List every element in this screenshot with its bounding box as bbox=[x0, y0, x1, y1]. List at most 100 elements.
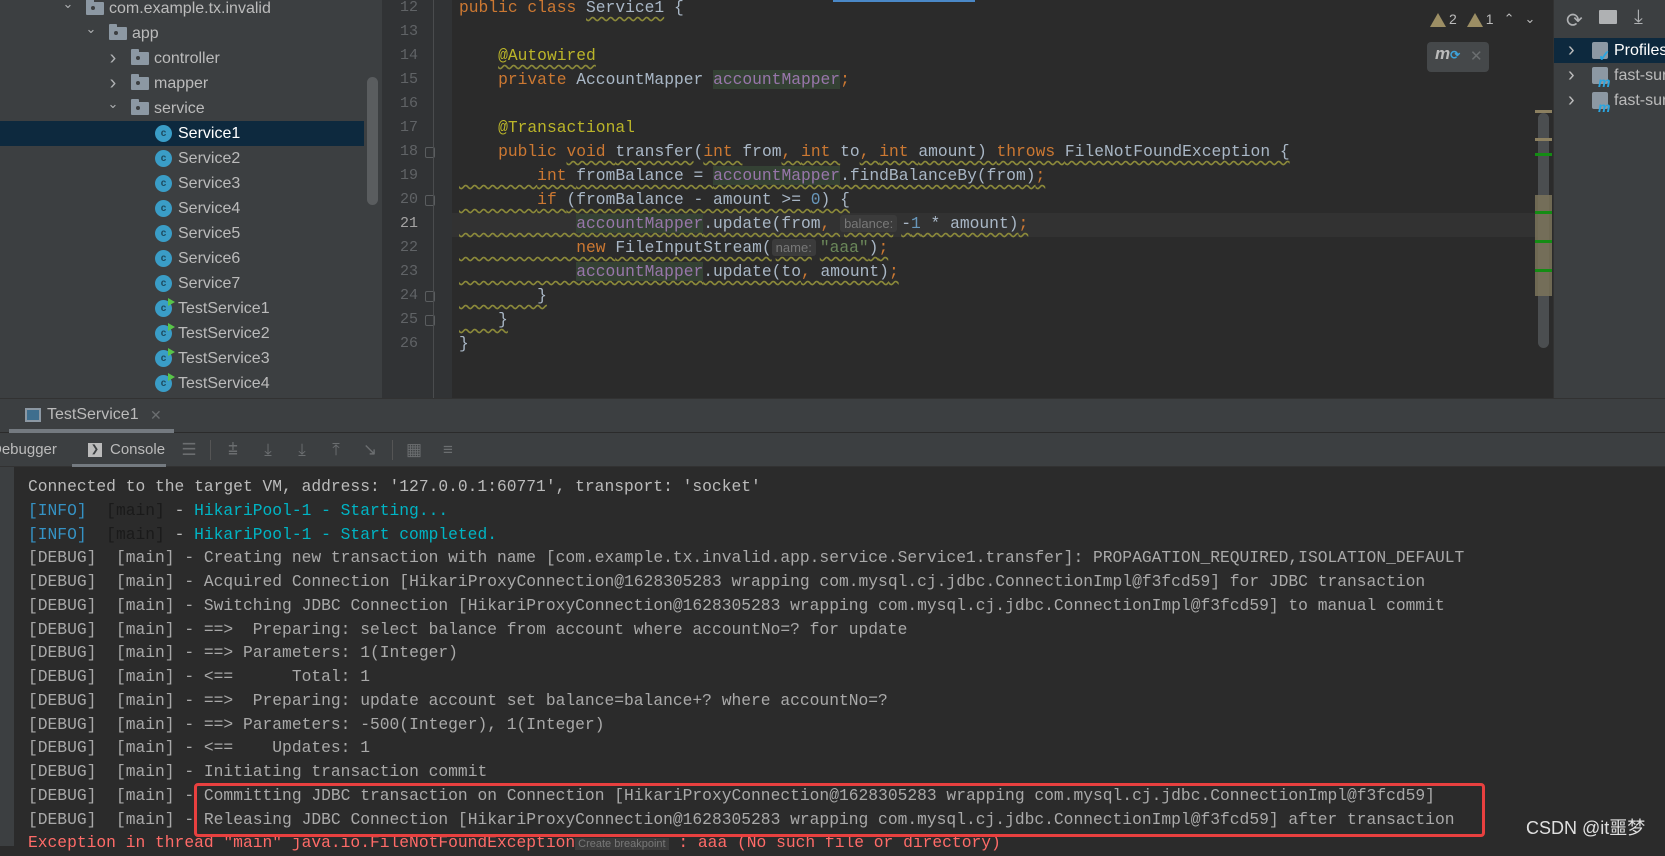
warning-marker[interactable] bbox=[1535, 110, 1552, 113]
maven-item-label: fast-sur bbox=[1614, 92, 1665, 109]
folder-icon bbox=[86, 0, 104, 15]
code-token: ; bbox=[878, 238, 889, 257]
tree-item-testservice3[interactable]: c TestService3 bbox=[0, 346, 364, 371]
tab-console[interactable]: ❯ Console bbox=[72, 433, 166, 467]
code-token: ) bbox=[868, 238, 879, 257]
chevron-right-icon[interactable]: › bbox=[107, 46, 119, 71]
tree-item-service[interactable]: ⌄ service bbox=[0, 96, 364, 121]
chevron-right-icon[interactable]: › bbox=[1568, 63, 1575, 88]
usage-marker[interactable] bbox=[1535, 211, 1552, 214]
tab-debugger[interactable]: Debugger bbox=[0, 433, 57, 467]
tree-item-service4[interactable]: c Service4 bbox=[0, 196, 364, 221]
usage-marker[interactable] bbox=[1535, 240, 1552, 243]
console-icon: ❯ bbox=[88, 443, 102, 457]
project-tree-scrollbar[interactable] bbox=[367, 77, 378, 205]
test-class-icon: c bbox=[155, 373, 175, 392]
tree-item-controller[interactable]: › controller bbox=[0, 46, 364, 71]
tree-item-testservice1[interactable]: c TestService1 bbox=[0, 296, 364, 321]
inspection-widget[interactable]: 2 1 ⌃ ⌄ bbox=[1430, 8, 1535, 30]
line-number: 21 bbox=[399, 215, 418, 232]
editor-gutter: 12 13 14 15 16 17 18 19 20 21 22 23 24 25 26 bbox=[382, 0, 452, 398]
step-out-icon[interactable]: ⤒ bbox=[327, 441, 345, 459]
close-icon[interactable]: ✕ bbox=[1470, 47, 1483, 65]
tree-item-label: TestService2 bbox=[178, 325, 270, 342]
code-token: .findBalanceBy(from) bbox=[840, 166, 1036, 185]
maven-item-fast-sur[interactable]: › m fast-sur bbox=[1554, 63, 1665, 90]
code-line: if (fromBalance - amount >= 0) { bbox=[459, 188, 850, 212]
previous-highlight-button[interactable]: ⌃ bbox=[1504, 11, 1515, 27]
tree-item-service3[interactable]: c Service3 bbox=[0, 171, 364, 196]
tree-item-mapper[interactable]: › mapper bbox=[0, 71, 364, 96]
force-step-into-icon[interactable]: ⤓ bbox=[293, 441, 311, 459]
chevron-right-icon[interactable]: › bbox=[1568, 88, 1575, 113]
warning-triangle-icon bbox=[1430, 13, 1446, 28]
refresh-icon[interactable]: ⟳ bbox=[1566, 8, 1583, 33]
tree-item-com-example-tx-invalid[interactable]: ⌄ com.example.tx.invalid bbox=[0, 0, 364, 21]
chevron-right-icon[interactable]: › bbox=[1568, 38, 1575, 63]
trace-icon[interactable]: ≡ bbox=[439, 441, 457, 459]
folder-reload-icon[interactable] bbox=[1599, 10, 1617, 24]
tree-item-testservice4[interactable]: c TestService4 bbox=[0, 371, 364, 396]
code-token: AccountMapper bbox=[576, 70, 714, 89]
line-number: 24 bbox=[399, 287, 418, 304]
tree-item-testservice2[interactable]: c TestService2 bbox=[0, 321, 364, 346]
console-side-toolbar bbox=[0, 467, 14, 846]
tree-item-label: Service4 bbox=[178, 200, 241, 217]
parameter-hint: name: bbox=[771, 239, 816, 256]
maven-module-icon: m bbox=[1592, 67, 1610, 90]
maven-item-fast-sur[interactable]: › m fast-sur bbox=[1554, 88, 1665, 115]
warning-marker[interactable] bbox=[1535, 138, 1552, 141]
tab-testservice1[interactable]: TestService1 ✕ bbox=[9, 399, 174, 433]
code-token: , bbox=[781, 142, 802, 161]
code-token: ; bbox=[1035, 166, 1046, 185]
maven-reload-icon[interactable]: m⟳ bbox=[1435, 44, 1460, 64]
tree-item-service5[interactable]: c Service5 bbox=[0, 221, 364, 246]
code-token: } bbox=[459, 334, 469, 353]
class-icon: c bbox=[155, 275, 172, 292]
code-token: ; bbox=[888, 262, 899, 281]
code-token: fromBalance = bbox=[576, 166, 714, 185]
code-token: (fromBalance - amount >= bbox=[566, 190, 811, 209]
tree-item-service7[interactable]: c Service7 bbox=[0, 271, 364, 296]
code-line: private AccountMapper accountMapper; bbox=[459, 68, 850, 92]
tree-item-service2[interactable]: c Service2 bbox=[0, 146, 364, 171]
threads-icon[interactable]: ☰ bbox=[180, 441, 198, 459]
code-token: @Transactional bbox=[498, 118, 635, 137]
step-over-icon[interactable]: ⩲ bbox=[224, 441, 242, 459]
weak-warning-indicator[interactable]: 1 bbox=[1466, 11, 1494, 28]
code-token: amount) bbox=[918, 142, 997, 161]
tree-item-service6[interactable]: c Service6 bbox=[0, 246, 364, 271]
evaluate-icon[interactable]: ▦ bbox=[405, 441, 423, 459]
tree-item-app[interactable]: ⌄ app bbox=[0, 21, 364, 46]
class-icon: c bbox=[155, 150, 172, 167]
chevron-down-icon[interactable]: ⌄ bbox=[85, 21, 97, 46]
download-icon[interactable]: ⤓ bbox=[1634, 6, 1643, 29]
chevron-right-icon[interactable]: › bbox=[107, 71, 119, 96]
maven-module-icon: m bbox=[1592, 92, 1610, 115]
maven-load-changes-popup[interactable]: m⟳ ✕ bbox=[1427, 42, 1489, 72]
folder-icon bbox=[131, 99, 149, 115]
code-line: } bbox=[459, 284, 547, 308]
maven-item-profiles[interactable]: › ✓ Profiles bbox=[1554, 38, 1665, 65]
usage-marker[interactable] bbox=[1535, 153, 1552, 156]
line-number: 17 bbox=[399, 119, 418, 136]
close-tab-icon[interactable]: ✕ bbox=[150, 399, 162, 431]
maven-item-label: fast-sur bbox=[1614, 67, 1665, 84]
test-class-icon: c bbox=[155, 348, 175, 367]
code-lines[interactable]: public class Service1 { @Autowired priva… bbox=[452, 0, 1532, 398]
chevron-down-icon[interactable]: ⌄ bbox=[62, 0, 74, 21]
usage-marker[interactable] bbox=[1535, 269, 1552, 272]
code-token: 0 bbox=[810, 190, 821, 209]
active-editor-tab-indicator bbox=[833, 0, 975, 2]
tree-item-service1[interactable]: c Service1 bbox=[0, 121, 364, 146]
line-number: 19 bbox=[399, 167, 418, 184]
next-highlight-button[interactable]: ⌄ bbox=[1525, 11, 1536, 27]
run-to-cursor-icon[interactable]: ↘ bbox=[361, 441, 379, 459]
code-line: new FileInputStream(name: "aaa"); bbox=[459, 236, 888, 260]
warning-indicator[interactable]: 2 bbox=[1430, 11, 1457, 28]
tree-item-label: Service7 bbox=[178, 275, 241, 292]
chevron-down-icon[interactable]: ⌄ bbox=[107, 96, 119, 121]
step-into-icon[interactable]: ⤓ bbox=[259, 441, 277, 459]
